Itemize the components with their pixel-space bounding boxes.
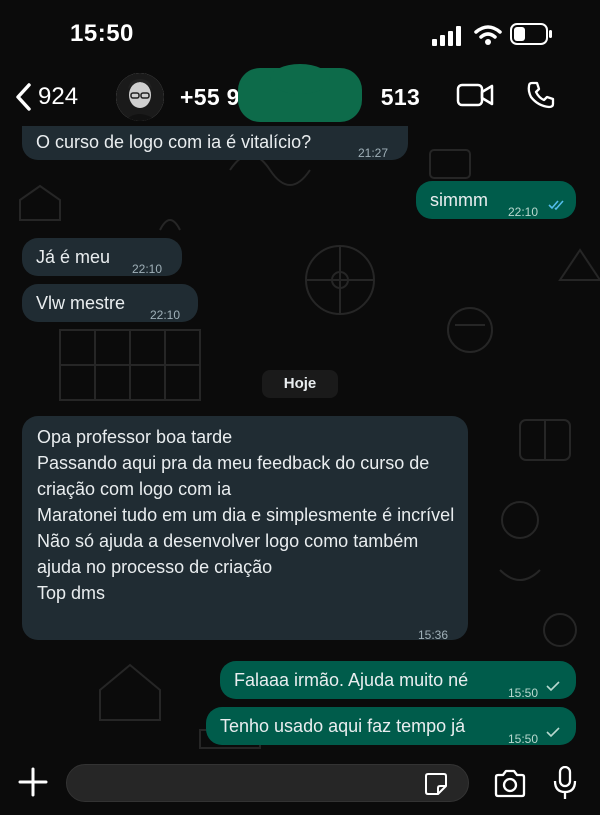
video-call-icon[interactable] [456, 80, 494, 110]
message-text: Falaaa irmão. Ajuda muito né [234, 670, 469, 690]
redaction-blob [270, 64, 330, 94]
message-text: Vlw mestre [36, 293, 126, 313]
read-receipt-icon [548, 200, 564, 211]
phone-call-icon[interactable] [526, 80, 556, 110]
message-text: Opa professor boa tarde Passando aqui pr… [37, 427, 455, 603]
message-bubble-outgoing[interactable]: Falaaa irmão. Ajuda muito né 15:50 [220, 661, 576, 700]
message-input[interactable] [67, 765, 423, 801]
sent-check-icon [546, 727, 560, 738]
message-time: 22:10 [150, 308, 181, 322]
chevron-left-icon [16, 83, 31, 111]
message-bubble-incoming[interactable]: Opa professor boa tarde Passando aqui pr… [22, 416, 468, 642]
back-button[interactable]: 924 [14, 80, 104, 114]
status-bar: 15:50 [0, 0, 600, 70]
sticker-icon[interactable] [424, 772, 448, 796]
status-time: 15:50 [70, 20, 134, 47]
message-bubble-incoming[interactable]: O curso de logo com ia é vitalício? 21:2… [22, 126, 408, 160]
camera-icon[interactable] [493, 769, 527, 799]
day-divider: Hoje [262, 370, 338, 398]
microphone-icon[interactable] [553, 766, 577, 800]
message-text: Já é meu [36, 247, 111, 267]
message-composer [0, 752, 600, 815]
signal-icon [432, 26, 461, 46]
battery-icon [510, 23, 552, 45]
contact-avatar[interactable] [116, 73, 164, 121]
message-time: 22:10 [132, 262, 163, 276]
message-time: 22:10 [508, 205, 539, 219]
message-input-box[interactable] [66, 764, 469, 802]
wifi-icon [474, 25, 502, 45]
message-text: O curso de logo com ia é vitalício? [36, 132, 312, 152]
message-bubble-incoming[interactable]: Vlw mestre 22:10 [22, 284, 198, 322]
message-time: 21:27 [358, 146, 389, 160]
unread-count: 924 [38, 83, 79, 110]
message-time: 15:36 [418, 628, 449, 642]
message-time: 15:50 [508, 732, 539, 746]
message-bubble-outgoing[interactable]: simmm 22:10 [416, 181, 576, 219]
message-bubble-outgoing[interactable]: Tenho usado aqui faz tempo já 15:50 [206, 707, 576, 746]
message-bubble-incoming[interactable]: Já é meu 22:10 [22, 238, 182, 276]
plus-icon[interactable] [17, 766, 49, 798]
contact-name-end: 513 [380, 84, 421, 110]
message-text: simmm [430, 190, 488, 210]
message-text: Tenho usado aqui faz tempo já [220, 716, 466, 736]
message-time: 15:50 [508, 686, 539, 700]
sent-check-icon [546, 681, 560, 692]
